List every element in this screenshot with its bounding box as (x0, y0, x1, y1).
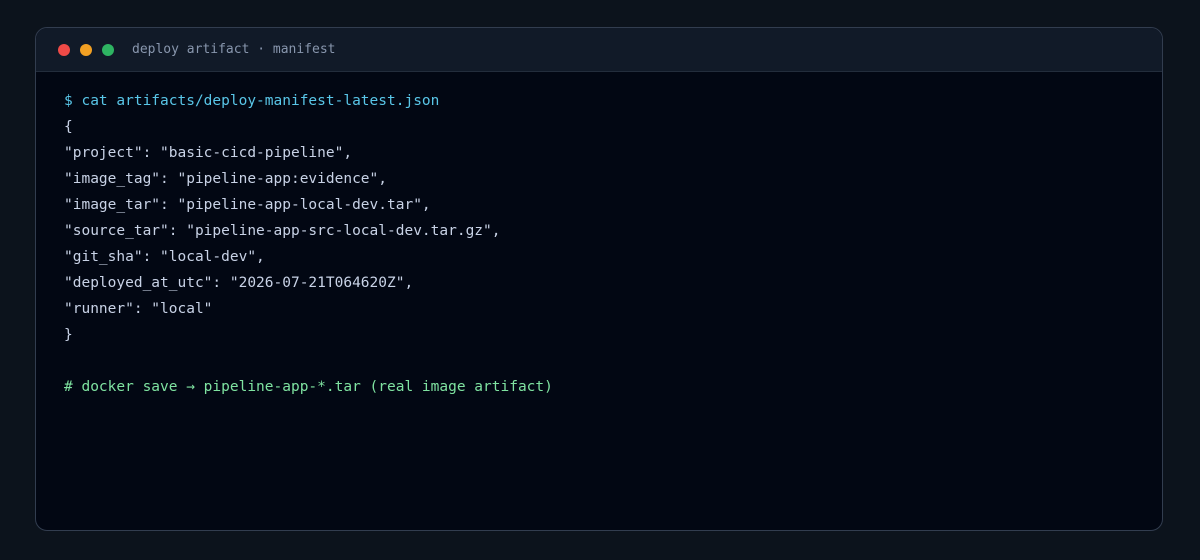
window-title: deploy artifact · manifest (132, 42, 336, 57)
json-line: "runner": "local" (64, 301, 213, 317)
minimize-button[interactable] (80, 43, 92, 56)
json-line: "image_tag": "pipeline-app:evidence", (64, 171, 388, 187)
json-line: "image_tar": "pipeline-app-local-dev.tar… (64, 197, 431, 213)
terminal-output: $ cat artifacts/deploy-manifest-latest.j… (36, 72, 1162, 400)
close-button[interactable] (58, 43, 70, 56)
json-line: "deployed_at_utc": "2026-07-21T064620Z", (64, 275, 414, 291)
json-line: { (64, 119, 73, 135)
json-line: "git_sha": "local-dev", (64, 249, 265, 265)
comment-line: # docker save → pipeline-app-*.tar (real… (64, 379, 553, 395)
maximize-button[interactable] (102, 43, 114, 56)
json-line: } (64, 327, 73, 343)
terminal-window: deploy artifact · manifest $ cat artifac… (35, 27, 1163, 531)
command-line: $ cat artifacts/deploy-manifest-latest.j… (64, 93, 440, 109)
title-bar: deploy artifact · manifest (36, 28, 1162, 72)
json-line: "source_tar": "pipeline-app-src-local-de… (64, 223, 501, 239)
json-line: "project": "basic-cicd-pipeline", (64, 145, 353, 161)
